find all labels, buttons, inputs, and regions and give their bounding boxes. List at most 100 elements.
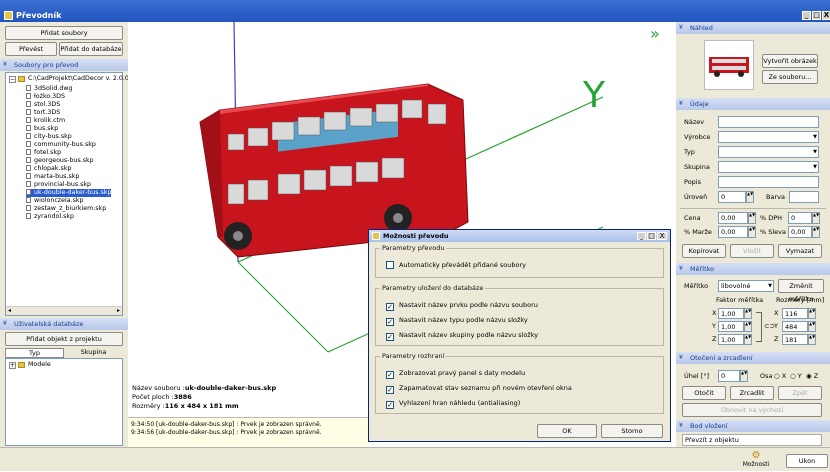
copy-button[interactable]: Kopírovat: [682, 244, 726, 258]
dialog-minimize-button[interactable]: _: [637, 232, 646, 240]
option-type-by-folder[interactable]: ✓ Nastavit název typu podle názvu složky: [386, 316, 528, 326]
ok-button[interactable]: OK: [537, 424, 597, 438]
checkbox[interactable]: ✓: [386, 303, 394, 311]
dialog-close-button[interactable]: X: [657, 232, 667, 240]
create-image-button[interactable]: Vytvořit obrázek: [762, 54, 818, 68]
add-object-button[interactable]: Přidat objekt z projektu: [5, 332, 123, 346]
close-button[interactable]: X: [822, 11, 830, 20]
dim-x-input[interactable]: 116: [782, 308, 808, 319]
rotation-section-header[interactable]: Otočení a zrcadlení: [676, 352, 830, 364]
factor-x-input[interactable]: 1,00: [718, 308, 744, 319]
db-tree[interactable]: + Modele: [5, 358, 123, 446]
options-button[interactable]: ⚙ Možnosti: [734, 450, 778, 472]
db-tree-item[interactable]: Modele: [28, 361, 51, 368]
barva-input[interactable]: [789, 191, 819, 203]
scale-section-header[interactable]: Měřítko: [676, 263, 830, 275]
file-list-item[interactable]: stol.3DS: [26, 101, 60, 109]
change-scale-button[interactable]: Změnit měřítko: [778, 279, 824, 303]
option-auto-convert[interactable]: Automaticky převádět přidané soubory: [386, 261, 526, 270]
add-to-db-button[interactable]: Přidat do databáze: [59, 42, 123, 56]
mirror-button[interactable]: Zrcadlit: [730, 386, 774, 400]
rotate-button[interactable]: Otočit: [682, 386, 726, 400]
option-group-by-folder[interactable]: ✓ Nastavit název skupiny podle názvu slož…: [386, 331, 538, 341]
tab-skupina[interactable]: Skupina: [64, 348, 123, 358]
option-show-right-panel[interactable]: ✓ Zobrazovat pravý panel s daty modelu: [386, 369, 525, 379]
dim-y-spinner[interactable]: ▲▼: [808, 321, 816, 332]
vyrobce-select[interactable]: [718, 131, 819, 143]
cena-spinner[interactable]: ▲▼: [748, 212, 756, 224]
dim-x-spinner[interactable]: ▲▼: [808, 308, 816, 319]
file-list-item[interactable]: krolik.ctm: [26, 117, 65, 125]
close-app-button[interactable]: Ukon: [786, 454, 828, 468]
angle-input[interactable]: 0: [718, 370, 740, 382]
clear-button[interactable]: Vymazat: [778, 244, 822, 258]
checkbox[interactable]: ✓: [386, 401, 394, 409]
scale-select[interactable]: libovolné: [718, 280, 774, 292]
uroven-spinner[interactable]: ▲▼: [746, 191, 754, 203]
userdb-section-header[interactable]: Uživatelská databáze: [0, 318, 128, 330]
dph-input[interactable]: 0: [788, 212, 812, 224]
dph-spinner[interactable]: ▲▼: [812, 212, 820, 224]
skupina-select[interactable]: [718, 161, 819, 173]
back-button[interactable]: Zpět: [778, 386, 822, 400]
sleva-spinner[interactable]: ▲▼: [812, 226, 820, 238]
popis-input[interactable]: [718, 176, 819, 188]
file-list-item[interactable]: provincial-bus.skp: [26, 181, 91, 189]
cena-input[interactable]: 0,00: [718, 212, 748, 224]
nazev-input[interactable]: [718, 116, 819, 128]
horizontal-scrollbar[interactable]: ◂ ▸: [6, 306, 122, 315]
checkbox[interactable]: ✓: [386, 371, 394, 379]
tree-collapse-icon[interactable]: −: [9, 76, 16, 83]
checkbox[interactable]: ✓: [386, 318, 394, 326]
marze-input[interactable]: 0,00: [718, 226, 748, 238]
angle-spinner[interactable]: ▲▼: [740, 370, 748, 382]
cancel-button[interactable]: Storno: [601, 424, 663, 438]
file-list-item[interactable]: łożko.3DS: [26, 93, 65, 101]
option-remember-list[interactable]: ✓ Zapamatovat stav seznamu při novém otev…: [386, 384, 572, 394]
add-files-button[interactable]: Přidat soubory: [5, 26, 123, 40]
maximize-button[interactable]: □: [812, 11, 821, 20]
radio-axis-x[interactable]: ○ X: [774, 372, 786, 380]
preview-section-header[interactable]: Náhled: [676, 22, 830, 34]
expand-icon[interactable]: »: [650, 24, 660, 43]
file-list-item[interactable]: fotel.skp: [26, 149, 61, 157]
file-list-item[interactable]: bus.skp: [26, 125, 58, 133]
file-list-item[interactable]: community-bus.skp: [26, 141, 96, 149]
file-list-item[interactable]: georgeous-bus.skp: [26, 157, 94, 165]
factor-y-spinner[interactable]: ▲▼: [744, 321, 752, 332]
dim-z-input[interactable]: 181: [782, 334, 808, 345]
typ-select[interactable]: [718, 146, 819, 158]
link-icon[interactable]: ⊂⊃: [764, 322, 775, 330]
file-list-item[interactable]: 3dSolid.dwg: [26, 85, 73, 93]
tree-expand-icon[interactable]: +: [9, 362, 16, 369]
file-list-item[interactable]: city-bus.skp: [26, 133, 72, 141]
scroll-left-icon[interactable]: ◂: [8, 307, 11, 314]
scroll-right-icon[interactable]: ▸: [117, 307, 120, 314]
uroven-input[interactable]: 0: [718, 191, 746, 203]
checkbox[interactable]: ✓: [386, 333, 394, 341]
dialog-maximize-button[interactable]: □: [647, 232, 656, 240]
file-list-item[interactable]: uk-double-daker-bus.skp: [26, 189, 112, 197]
file-list-item[interactable]: wiolonczela.skp: [26, 197, 84, 205]
marze-spinner[interactable]: ▲▼: [748, 226, 756, 238]
checkbox[interactable]: [386, 261, 394, 269]
option-antialiasing[interactable]: ✓ Vyhlazení hran náhledu (antialiasing): [386, 399, 520, 409]
radio-axis-z[interactable]: ◉ Z: [806, 372, 818, 380]
data-section-header[interactable]: Údaje: [676, 98, 830, 110]
dim-z-spinner[interactable]: ▲▼: [808, 334, 816, 345]
factor-y-input[interactable]: 1,00: [718, 321, 744, 332]
insert-point-field[interactable]: Převzít z objektu: [682, 434, 822, 446]
file-list-item[interactable]: chlopak.skp: [26, 165, 71, 173]
dim-y-input[interactable]: 484: [782, 321, 808, 332]
restore-default-button[interactable]: Obnovit na výchozí: [682, 403, 822, 417]
files-tree[interactable]: − C:\CadProjekt\CadDecor v. 2.0.0\ 3dSol…: [5, 72, 131, 316]
radio-axis-y[interactable]: ○ Y: [790, 372, 802, 380]
paste-button[interactable]: Vložit: [730, 244, 774, 258]
file-list-item[interactable]: zyrandol.skp: [26, 213, 74, 221]
checkbox[interactable]: ✓: [386, 386, 394, 394]
sleva-input[interactable]: 0,00: [788, 226, 812, 238]
from-file-button[interactable]: Ze souboru...: [762, 70, 818, 84]
minimize-button[interactable]: _: [802, 11, 811, 20]
files-section-header[interactable]: Soubory pro převod: [0, 59, 128, 71]
file-list-item[interactable]: zestaw_z_biurkiem.skp: [26, 205, 106, 213]
